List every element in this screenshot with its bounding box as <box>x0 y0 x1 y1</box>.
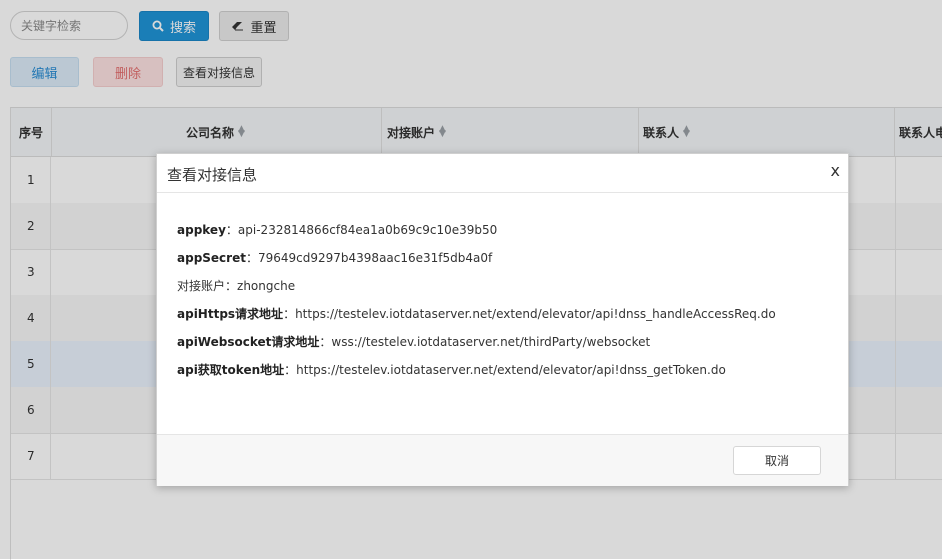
info-label: appkey <box>177 223 226 237</box>
info-separator: ： <box>284 363 297 377</box>
info-label: api获取token地址 <box>177 363 285 377</box>
info-value: wss://testelev.iotdataserver.net/thirdPa… <box>331 335 651 349</box>
info-label: appSecret <box>177 251 246 265</box>
cancel-button[interactable]: 取消 <box>733 446 821 475</box>
dialog-body: appkey：api-232814866cf84ea1a0b69c9c10e39… <box>177 216 827 384</box>
page: 搜索 重置 编辑 删除 查看对接信息 序号 公司名称▲▼ 对接账户▲▼ 联系人▲… <box>0 0 942 560</box>
info-api-token: api获取token地址：https://testelev.iotdataser… <box>177 356 827 384</box>
info-label: 对接账户 <box>177 279 226 293</box>
info-appkey: appkey：api-232814866cf84ea1a0b69c9c10e39… <box>177 216 827 244</box>
info-value: zhongche <box>237 279 296 293</box>
info-value: 79649cd9297b4398aac16e31f5db4a0f <box>257 251 493 265</box>
info-separator: ： <box>225 279 238 293</box>
dialog-title: 查看对接信息 <box>167 166 258 184</box>
info-api-websocket: apiWebsocket请求地址：wss://testelev.iotdatas… <box>177 328 827 356</box>
info-separator: ： <box>245 251 258 265</box>
info-separator: ： <box>283 307 296 321</box>
dialog-header: 查看对接信息 x <box>157 154 848 193</box>
info-label: apiWebsocket请求地址 <box>177 335 320 349</box>
info-api-https: apiHttps请求地址：https://testelev.iotdataser… <box>177 300 827 328</box>
info-value: https://testelev.iotdataserver.net/exten… <box>296 363 726 377</box>
dialog-footer: 取消 <box>157 434 848 486</box>
connection-info-dialog: 查看对接信息 x appkey：api-232814866cf84ea1a0b6… <box>156 153 849 486</box>
info-label: apiHttps请求地址 <box>177 307 284 321</box>
info-separator: ： <box>225 223 238 237</box>
info-separator: ： <box>319 335 332 349</box>
info-value: https://testelev.iotdataserver.net/exten… <box>295 307 776 321</box>
info-appsecret: appSecret：79649cd9297b4398aac16e31f5db4a… <box>177 244 827 272</box>
info-value: api-232814866cf84ea1a0b69c9c10e39b50 <box>237 223 498 237</box>
close-icon[interactable]: x <box>831 162 840 180</box>
info-account: 对接账户：zhongche <box>177 272 827 300</box>
